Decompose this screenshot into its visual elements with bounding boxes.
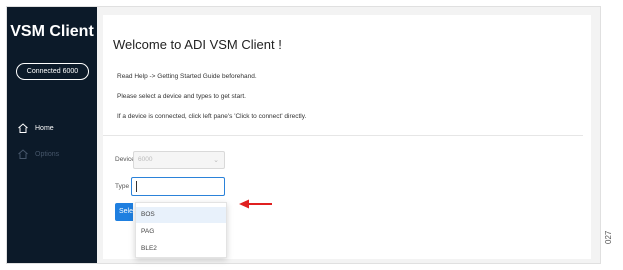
home-icon bbox=[17, 122, 29, 134]
instruction-text: Please select a device and types to get … bbox=[117, 93, 246, 100]
instruction-text: If a device is connected, click left pan… bbox=[117, 113, 307, 120]
select-button[interactable]: Select bbox=[115, 203, 133, 221]
figure-number: 027 bbox=[604, 230, 613, 244]
sidebar-item-options[interactable]: Options bbox=[17, 147, 59, 161]
page-title: Welcome to ADI VSM Client ! bbox=[113, 37, 282, 52]
divider bbox=[103, 135, 583, 136]
device-select-value: 6000 bbox=[138, 156, 153, 163]
app-title: VSM Client bbox=[10, 23, 94, 40]
sidebar: VSM Client Connected 6000 Home Options bbox=[7, 7, 97, 263]
chevron-down-icon: ⌄ bbox=[213, 157, 219, 164]
dropdown-option[interactable]: BOS bbox=[136, 207, 226, 223]
annotation-arrow-icon bbox=[239, 199, 272, 209]
device-select[interactable]: 6000 ⌄ bbox=[133, 151, 225, 169]
dropdown-option[interactable]: BLE2 bbox=[136, 241, 226, 257]
connection-status-button[interactable]: Connected 6000 bbox=[16, 63, 89, 80]
app-window: VSM Client Connected 6000 Home Options W… bbox=[6, 6, 601, 264]
dropdown-option[interactable]: PAG bbox=[136, 224, 226, 240]
text-cursor bbox=[136, 181, 137, 192]
type-dropdown-menu: BOS PAG BLE2 bbox=[135, 202, 227, 258]
home-icon bbox=[17, 148, 29, 160]
device-label: Device bbox=[115, 156, 135, 163]
main-panel: Welcome to ADI VSM Client ! Read Help ->… bbox=[103, 15, 591, 259]
sidebar-item-label: Home bbox=[35, 124, 54, 132]
instruction-text: Read Help -> Getting Started Guide befor… bbox=[117, 73, 257, 80]
type-select-input[interactable] bbox=[131, 177, 225, 196]
type-label: Type bbox=[115, 183, 130, 190]
sidebar-item-label: Options bbox=[35, 150, 60, 158]
sidebar-item-home[interactable]: Home bbox=[17, 121, 54, 135]
